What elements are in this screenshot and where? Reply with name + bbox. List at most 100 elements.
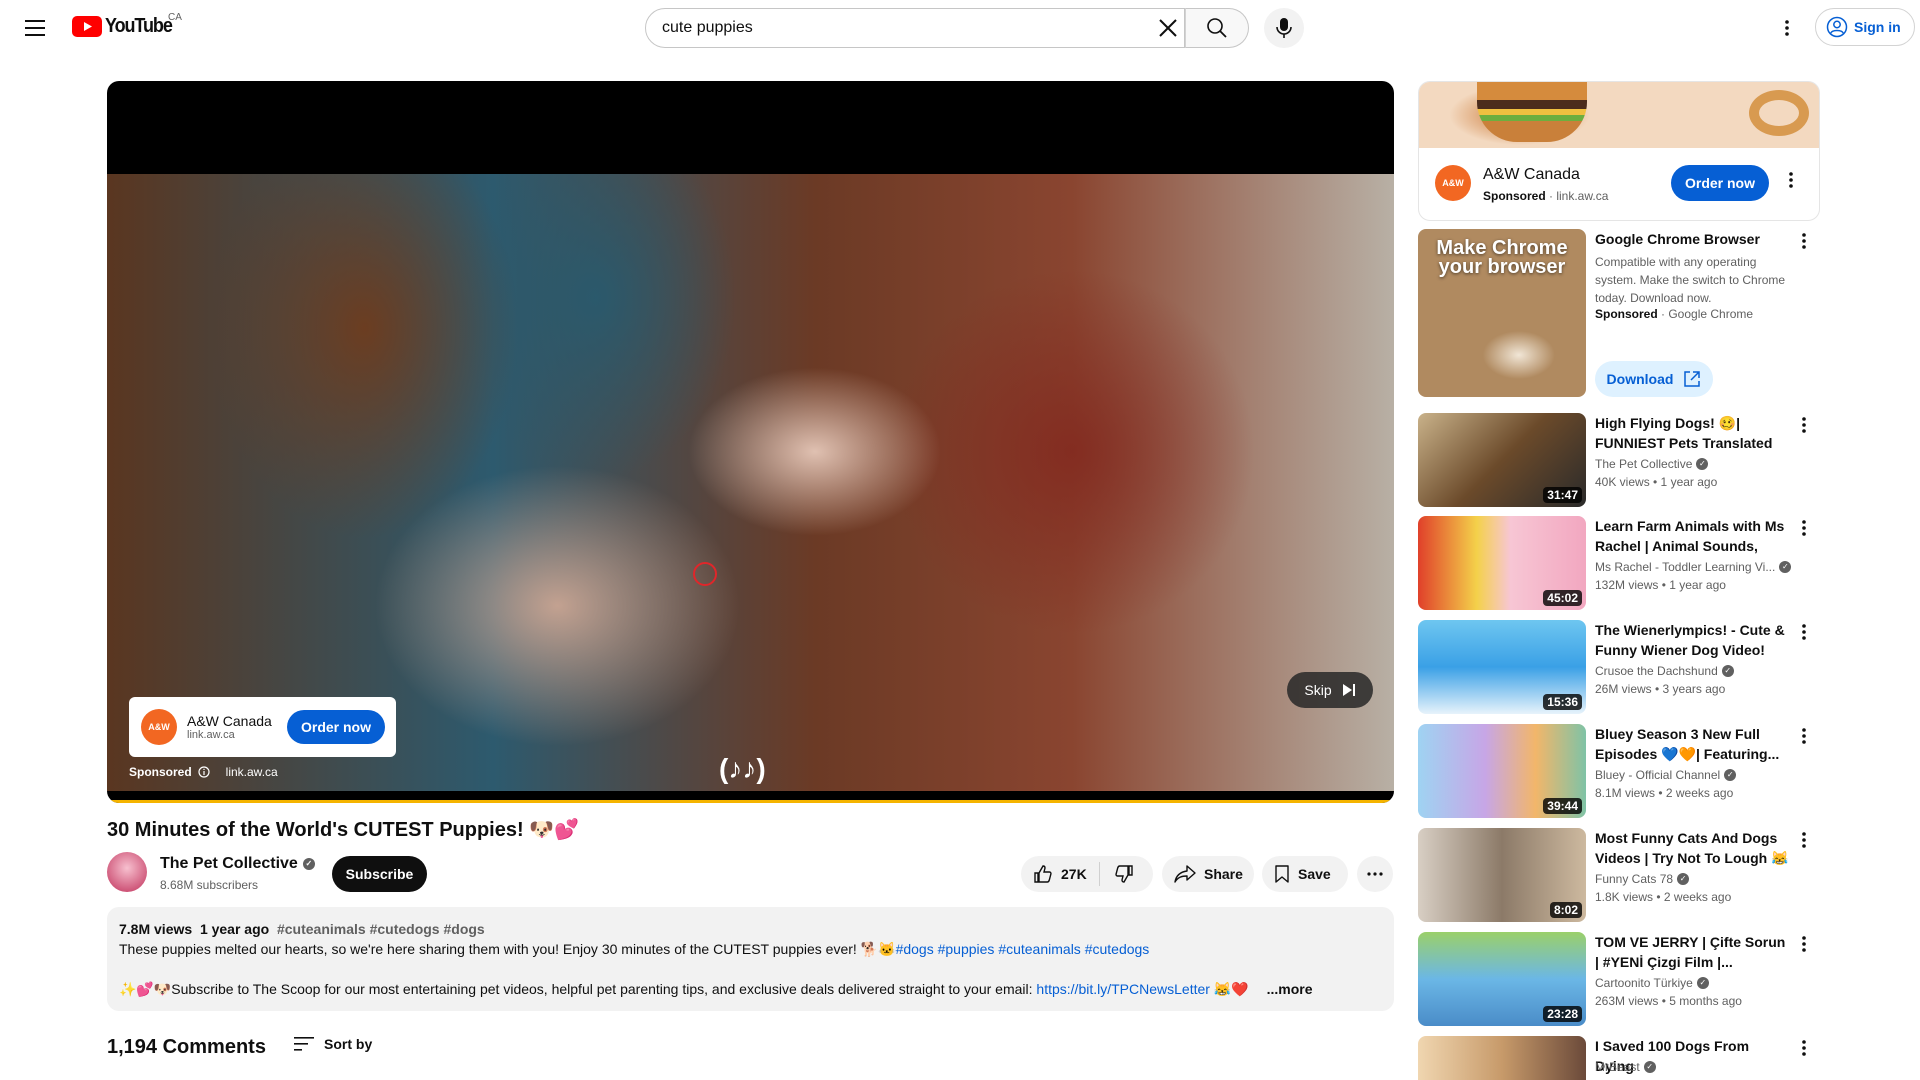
channel-name[interactable]: The Pet Collective ✓	[160, 855, 315, 873]
video-player[interactable]: A&W A&W Canada link.aw.ca Order now Skip…	[107, 81, 1394, 803]
chrome-ad-more-icon[interactable]	[1802, 233, 1806, 249]
video-thumbnail[interactable]: 23:28	[1418, 932, 1586, 1026]
video-more-icon[interactable]	[1802, 936, 1806, 952]
share-button[interactable]: Share	[1162, 856, 1254, 892]
sidebar-order-now-button[interactable]: Order now	[1671, 165, 1769, 201]
video-title[interactable]: Learn Farm Animals with Ms Rachel | Anim…	[1595, 516, 1791, 556]
verified-icon: ✓	[1721, 665, 1734, 677]
video-channel[interactable]: Cartoonito Türkiye ✓	[1595, 976, 1709, 990]
upload-age: 1 year ago	[199, 921, 270, 937]
video-channel[interactable]: Funny Cats 78 ✓	[1595, 872, 1690, 886]
hamburger-menu-icon[interactable]	[16, 8, 56, 48]
video-more-icon[interactable]	[1802, 520, 1806, 536]
more-actions-button[interactable]	[1357, 856, 1393, 892]
description-hashtag-links[interactable]: #dogs #puppies #cuteanimals #cutedogs	[896, 941, 1150, 957]
video-thumbnail[interactable]	[1418, 1036, 1586, 1080]
video-duration: 31:47	[1543, 487, 1582, 503]
recommended-video[interactable]: 15:36 The Wienerlympics! - Cute & Funny W…	[1418, 620, 1820, 714]
ad-title[interactable]: A&W Canada	[187, 713, 287, 729]
video-title[interactable]: The Wienerlympics! - Cute & Funny Wiener…	[1595, 620, 1791, 660]
subscribe-button[interactable]: Subscribe	[332, 856, 427, 892]
channel-avatar[interactable]	[107, 852, 147, 892]
channel-name[interactable]: The Pet Collective	[1595, 457, 1692, 471]
verified-icon: ✓	[1696, 458, 1709, 470]
video-channel[interactable]: Crusoe the Dachshund ✓	[1595, 664, 1734, 678]
recommended-video[interactable]: 23:28 TOM VE JERRY | Çifte Sorun | #YENİ …	[1418, 932, 1820, 1026]
like-button[interactable]: 27K	[1021, 862, 1100, 886]
channel-name[interactable]: MrBeast	[1595, 1060, 1640, 1074]
video-more-icon[interactable]	[1802, 417, 1806, 433]
video-title[interactable]: TOM VE JERRY | Çifte Sorun | #YENİ Çizgi…	[1595, 932, 1791, 972]
cursor-marker	[693, 562, 717, 586]
youtube-logo[interactable]: YouTube	[72, 15, 179, 38]
description-hashtags[interactable]: #cuteanimals #cutedogs #dogs	[277, 921, 485, 937]
video-title[interactable]: Most Funny Cats And Dogs Videos | Try No…	[1595, 828, 1791, 868]
search-input[interactable]	[662, 19, 1142, 37]
search-button[interactable]	[1185, 8, 1249, 48]
aw-logo[interactable]: A&W	[1435, 165, 1471, 201]
recommended-video[interactable]: 45:02 Learn Farm Animals with Ms Rachel |…	[1418, 516, 1820, 610]
video-thumbnail[interactable]: 8:02	[1418, 828, 1586, 922]
video-channel[interactable]: Bluey - Official Channel ✓	[1595, 768, 1737, 782]
recommended-video[interactable]: 31:47 High Flying Dogs! 🥴| FUNNIEST Pets …	[1418, 413, 1820, 507]
settings-more-icon[interactable]	[1767, 8, 1807, 48]
top-bar: YouTube CA Sign in	[0, 0, 1920, 56]
description-box[interactable]: 7.8M views 1 year ago #cuteanimals #cute…	[107, 907, 1394, 1011]
sign-in-button[interactable]: Sign in	[1815, 8, 1915, 46]
channel-name[interactable]: Bluey - Official Channel	[1595, 768, 1720, 782]
save-button[interactable]: Save	[1262, 856, 1348, 892]
channel-name[interactable]: Crusoe the Dachshund	[1595, 664, 1718, 678]
sidebar-ad-card[interactable]: A&W A&W Canada Sponsored · link.aw.ca Or…	[1418, 81, 1820, 221]
search-bar[interactable]	[645, 8, 1185, 48]
video-thumbnail[interactable]: 39:44	[1418, 724, 1586, 818]
video-more-icon[interactable]	[1802, 728, 1806, 744]
video-title[interactable]: High Flying Dogs! 🥴| FUNNIEST Pets Trans…	[1595, 413, 1791, 453]
ad-progress-bar[interactable]	[107, 800, 1394, 803]
clear-search-icon[interactable]	[1148, 8, 1188, 48]
channel-name[interactable]: Ms Rachel - Toddler Learning Vi...	[1595, 560, 1775, 574]
video-more-icon[interactable]	[1802, 832, 1806, 848]
video-thumbnail[interactable]: 31:47	[1418, 413, 1586, 507]
skip-label: Skip	[1304, 682, 1332, 698]
burger-banner-image[interactable]	[1419, 82, 1819, 148]
newsletter-link[interactable]: https://bit.ly/TPCNewsLetter	[1036, 981, 1210, 997]
video-channel[interactable]: Ms Rachel - Toddler Learning Vi... ✓	[1595, 560, 1792, 574]
recommended-video[interactable]: 8:02 Most Funny Cats And Dogs Videos | Tr…	[1418, 828, 1820, 922]
youtube-play-icon	[72, 16, 102, 37]
video-thumbnail[interactable]: 15:36	[1418, 620, 1586, 714]
ad-url: link.aw.ca	[187, 729, 235, 741]
video-more-icon[interactable]	[1802, 624, 1806, 640]
recommended-video[interactable]: 39:44 Bluey Season 3 New Full Episodes 💙🧡…	[1418, 724, 1820, 818]
dislike-button[interactable]	[1100, 864, 1148, 884]
show-more-link[interactable]: ...more	[1267, 981, 1313, 997]
channel-name-text[interactable]: The Pet Collective	[160, 855, 298, 873]
video-thumbnail[interactable]: 45:02	[1418, 516, 1586, 610]
channel-name[interactable]: Funny Cats 78	[1595, 872, 1673, 886]
video-more-icon[interactable]	[1802, 1040, 1806, 1056]
video-duration: 8:02	[1549, 902, 1582, 918]
sort-icon	[294, 1037, 314, 1051]
player-ad-card[interactable]: A&W A&W Canada link.aw.ca Order now	[129, 697, 396, 757]
recommended-video[interactable]: I Saved 100 Dogs From DyingMrBeast✓269M …	[1418, 1036, 1820, 1080]
chrome-ad-title[interactable]: Google Chrome Browser	[1595, 229, 1791, 249]
video-stats: 8.1M views • 2 weeks ago	[1595, 786, 1734, 800]
sponsored-url[interactable]: link.aw.ca	[226, 765, 278, 779]
ad-more-icon[interactable]	[1789, 172, 1793, 188]
voice-search-button[interactable]	[1264, 8, 1304, 48]
video-channel[interactable]: MrBeast ✓	[1595, 1060, 1656, 1074]
skip-ad-button[interactable]: Skip	[1287, 672, 1373, 708]
sidebar-ad-title[interactable]: A&W Canada	[1483, 166, 1580, 184]
order-now-button[interactable]: Order now	[287, 710, 385, 744]
sort-by-button[interactable]: Sort by	[294, 1036, 372, 1052]
open-external-icon	[1684, 371, 1701, 387]
sign-in-label: Sign in	[1854, 19, 1901, 35]
chrome-ad-thumbnail[interactable]: Make Chrome your browser	[1418, 229, 1586, 397]
download-button[interactable]: Download	[1595, 361, 1713, 397]
channel-name[interactable]: Cartoonito Türkiye	[1595, 976, 1693, 990]
info-icon[interactable]	[198, 766, 210, 778]
video-channel[interactable]: The Pet Collective ✓	[1595, 457, 1709, 471]
video-title[interactable]: Bluey Season 3 New Full Episodes 💙🧡| Fea…	[1595, 724, 1791, 764]
description-text-1: These puppies melted our hearts, so we'r…	[119, 941, 896, 957]
chrome-ad-advertiser: Google Chrome	[1668, 307, 1754, 321]
chrome-ad[interactable]: Make Chrome your browser Google Chrome B…	[1418, 229, 1820, 397]
